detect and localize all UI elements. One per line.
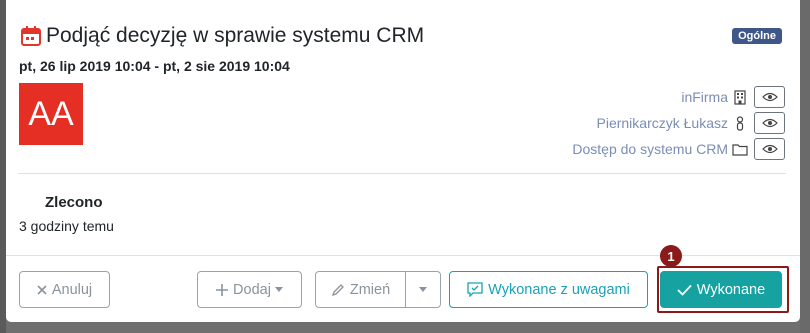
eye-icon	[761, 92, 778, 102]
status-label: Zlecono	[45, 194, 103, 211]
user-icon	[732, 115, 748, 131]
edit-label: Zmień	[349, 281, 391, 298]
cancel-button[interactable]: Anuluj	[19, 271, 110, 308]
edit-button[interactable]: Zmień	[315, 271, 406, 308]
meta-person-text[interactable]: Piernikarczyk Łukasz	[597, 115, 729, 131]
comment-check-icon	[467, 282, 483, 297]
title-row: Podjąć decyzję w sprawie systemu CRM	[20, 24, 424, 48]
view-company-button[interactable]	[754, 86, 785, 108]
folder-icon	[732, 141, 748, 157]
backdrop-right	[800, 0, 810, 333]
done-with-notes-button[interactable]: Wykonane z uwagami	[449, 271, 648, 308]
meta-list: inFirma Piernikarczyk Łukasz Dostęp do s…	[572, 84, 785, 162]
meta-project-text[interactable]: Dostęp do systemu CRM	[572, 141, 728, 157]
meta-item-person: Piernikarczyk Łukasz	[572, 110, 785, 136]
view-project-button[interactable]	[754, 138, 785, 160]
edit-dropdown-toggle[interactable]	[405, 271, 441, 308]
status-time: 3 godziny temu	[19, 218, 114, 234]
chevron-down-icon	[274, 287, 283, 292]
calendar-icon	[20, 25, 42, 47]
meta-company-text[interactable]: inFirma	[681, 89, 728, 105]
eye-icon	[761, 144, 778, 154]
building-icon	[732, 89, 748, 105]
cancel-label: Anuluj	[51, 281, 93, 298]
step-number-badge: 1	[660, 245, 682, 267]
step-highlight-box	[657, 266, 789, 313]
avatar: AA	[19, 83, 83, 145]
add-dropdown-button[interactable]: Dodaj	[197, 271, 302, 308]
chevron-down-icon	[419, 287, 427, 292]
category-badge: Ogólne	[732, 28, 782, 44]
date-range: pt, 26 lip 2019 10:04 - pt, 2 sie 2019 1…	[19, 58, 290, 74]
view-person-button[interactable]	[754, 112, 785, 134]
add-label: Dodaj	[233, 281, 271, 298]
done-with-notes-label: Wykonane z uwagami	[488, 281, 630, 298]
content-divider	[18, 173, 786, 174]
pencil-icon	[331, 283, 345, 297]
task-modal: Podjąć decyzję w sprawie systemu CRM Ogó…	[6, 0, 800, 322]
meta-item-company: inFirma	[572, 84, 785, 110]
eye-icon	[761, 118, 778, 128]
task-title: Podjąć decyzję w sprawie systemu CRM	[46, 24, 425, 47]
plus-icon	[216, 283, 229, 296]
meta-item-project: Dostęp do systemu CRM	[572, 136, 785, 162]
close-icon	[37, 284, 47, 295]
